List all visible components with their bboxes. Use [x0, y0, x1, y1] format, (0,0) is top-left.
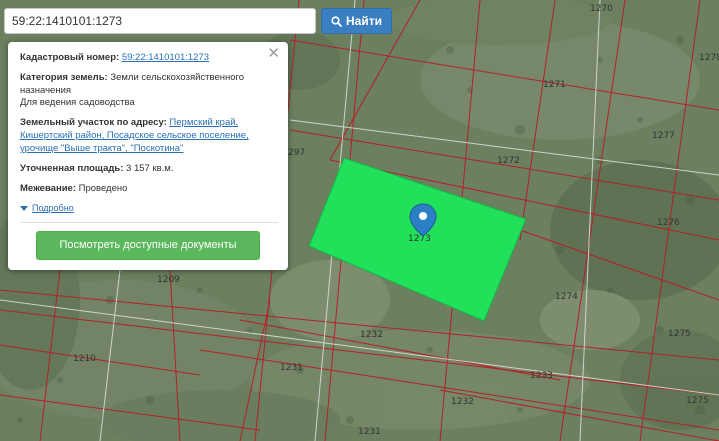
survey-label: Межевание: [20, 182, 76, 194]
search-bar: Найти [4, 8, 392, 34]
area-row: Уточненная площадь: 3 157 кв.м. [20, 163, 278, 176]
address-label: Земельный участок по адресу: [20, 117, 167, 129]
details-label: Подробно [32, 203, 74, 214]
survey-value: Проведено [78, 182, 128, 194]
details-toggle[interactable]: Подробно [20, 202, 74, 214]
cadastral-number-link[interactable]: 59:22:1410101:1273 [122, 52, 209, 63]
parcel-label-1231-lower: 1231 [358, 427, 381, 437]
caret-down-icon [20, 205, 28, 211]
parcel-label-1274: 1274 [555, 292, 578, 302]
parcel-label-1272: 1272 [497, 156, 520, 166]
parcel-label-1277: 1277 [652, 131, 675, 141]
address-row: Земельный участок по адресу: Пермский кр… [20, 117, 278, 155]
search-icon [331, 15, 342, 27]
area-value: 3 157 кв.м. [126, 162, 174, 174]
popup-divider [20, 221, 278, 223]
view-documents-button[interactable]: Посмотреть доступные документы [36, 230, 260, 260]
parcel-label-1271: 1271 [543, 80, 566, 90]
parcel-label-1209: 1209 [157, 275, 180, 285]
survey-row: Межевание: Проведено [20, 183, 278, 196]
search-button[interactable]: Найти [321, 8, 392, 34]
cadastral-number-label: Кадастровый номер: [20, 52, 120, 63]
parcel-label-1232-upper: 1232 [360, 330, 383, 340]
parcel-label-1210: 1210 [73, 354, 96, 364]
parcel-label-1233: 1233 [530, 371, 553, 381]
selected-parcel-label: 1273 [408, 234, 431, 244]
cadastral-number-row: Кадастровый номер: 59:22:1410101:1273 [20, 52, 278, 65]
area-label: Уточненная площадь: [20, 162, 124, 174]
land-category-label: Категория земель: [20, 71, 108, 83]
parcel-info-popup: ✕ Кадастровый номер: 59:22:1410101:1273 … [8, 42, 288, 270]
cadastral-search-input[interactable] [4, 8, 316, 34]
parcel-label-1270: 1270 [590, 4, 613, 14]
parcel-label-1231-upper: 1231 [280, 363, 303, 373]
search-button-label: Найти [346, 14, 382, 28]
parcel-label-297: 297 [288, 148, 305, 158]
parcel-label-1232-lower: 1232 [451, 397, 474, 407]
parcel-label-1275-upper: 1275 [668, 329, 691, 339]
parcel-label-1275-lower: 1275 [686, 396, 709, 406]
parcel-label-1276: 1276 [657, 218, 680, 228]
close-icon[interactable]: ✕ [267, 46, 280, 61]
parcel-label-1278: 1278 [699, 53, 719, 63]
land-usage-value: Для ведения садоводства [20, 97, 135, 109]
land-category-row: Категория земель: Земли сельскохозяйстве… [20, 72, 278, 110]
